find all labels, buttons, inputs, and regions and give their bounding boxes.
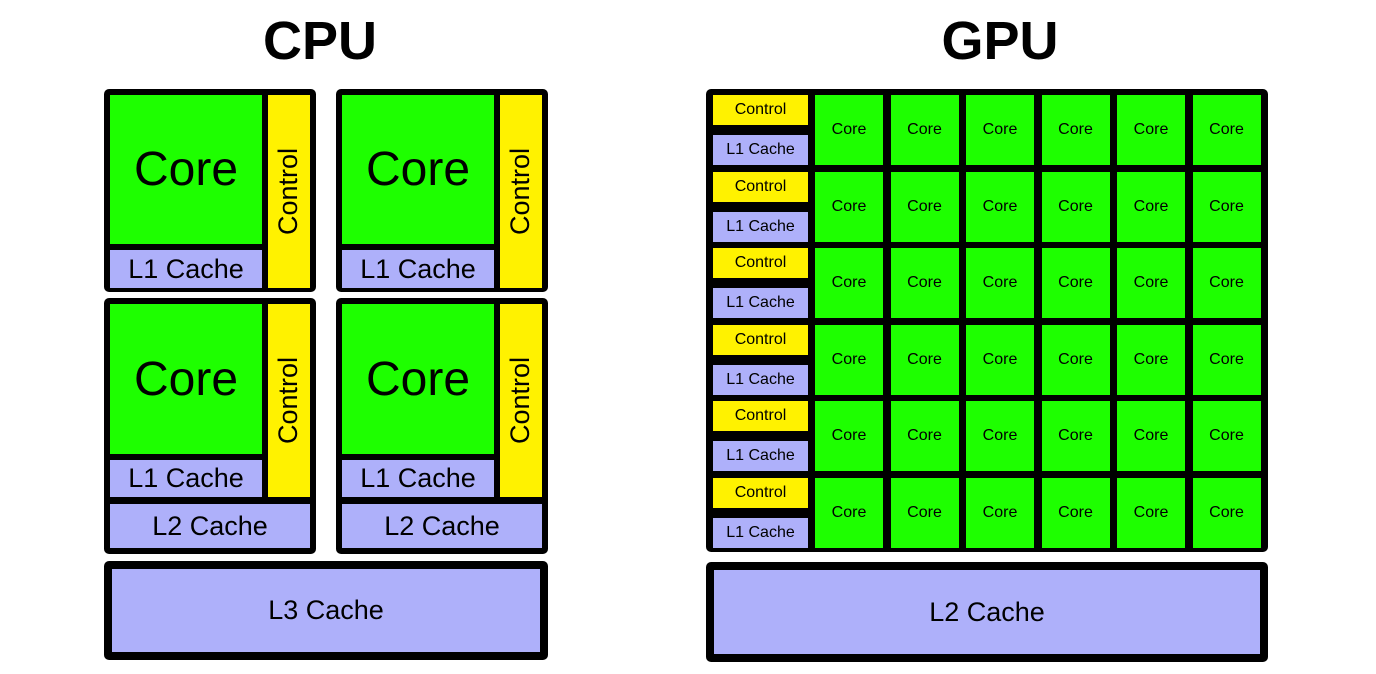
gpu-core: Core xyxy=(966,477,1034,548)
gpu-l1-cache: L1 Cache xyxy=(713,517,808,548)
cpu-core-block-4: Core L1 Cache Control L2 Cache xyxy=(336,298,548,554)
cpu-core-block-3: Core L1 Cache Control L2 Cache xyxy=(104,298,316,554)
cpu-control: Control xyxy=(268,304,310,497)
gpu-core: Core xyxy=(1041,477,1110,548)
gpu-l2-cache: L2 Cache xyxy=(714,570,1260,654)
gpu-core: Core xyxy=(815,477,883,548)
cpu-control-label: Control xyxy=(505,356,536,445)
cpu-l1-cache: L1 Cache xyxy=(110,460,262,497)
cpu-l1-cache: L1 Cache xyxy=(342,460,494,497)
gpu-title: GPU xyxy=(941,11,1059,71)
cpu-control-label: Control xyxy=(273,356,304,445)
cpu-title: CPU xyxy=(262,11,377,71)
cpu-core-block-2: Core L1 Cache Control xyxy=(336,89,548,292)
gpu-l2-block: L2 Cache xyxy=(706,562,1268,662)
cpu-control: Control xyxy=(500,95,542,288)
cpu-l2-cache: L2 Cache xyxy=(110,504,310,548)
cpu-l1-cache: L1 Cache xyxy=(110,250,262,288)
cpu-control-label: Control xyxy=(505,147,536,236)
gpu-control: Control xyxy=(713,477,808,508)
cpu-core: Core xyxy=(342,95,494,244)
gpu-core-grid: Control L1 Cache Core Core Core Core Core Core C… xyxy=(706,89,1268,552)
gpu-core: Core xyxy=(890,477,959,548)
cpu-core: Core xyxy=(110,304,262,454)
cpu-core: Core xyxy=(342,304,494,454)
gpu-core: Core xyxy=(1117,477,1185,548)
cpu-control-label: Control xyxy=(273,147,304,236)
cpu-core: Core xyxy=(110,95,262,244)
cpu-control: Control xyxy=(268,95,310,288)
cpu-control: Control xyxy=(500,304,542,497)
cpu-core-block-1: Core L1 Cache Control xyxy=(104,89,316,292)
gpu-core: Core xyxy=(1192,477,1261,548)
gpu-row: Control L1 Cache Core Core Core Core Core Core xyxy=(706,89,1268,552)
cpu-l2-cache: L2 Cache xyxy=(342,504,542,548)
cpu-l3-block: L3 Cache xyxy=(104,561,548,660)
cpu-l1-cache: L1 Cache xyxy=(342,250,494,288)
cpu-l3-cache: L3 Cache xyxy=(112,569,540,652)
